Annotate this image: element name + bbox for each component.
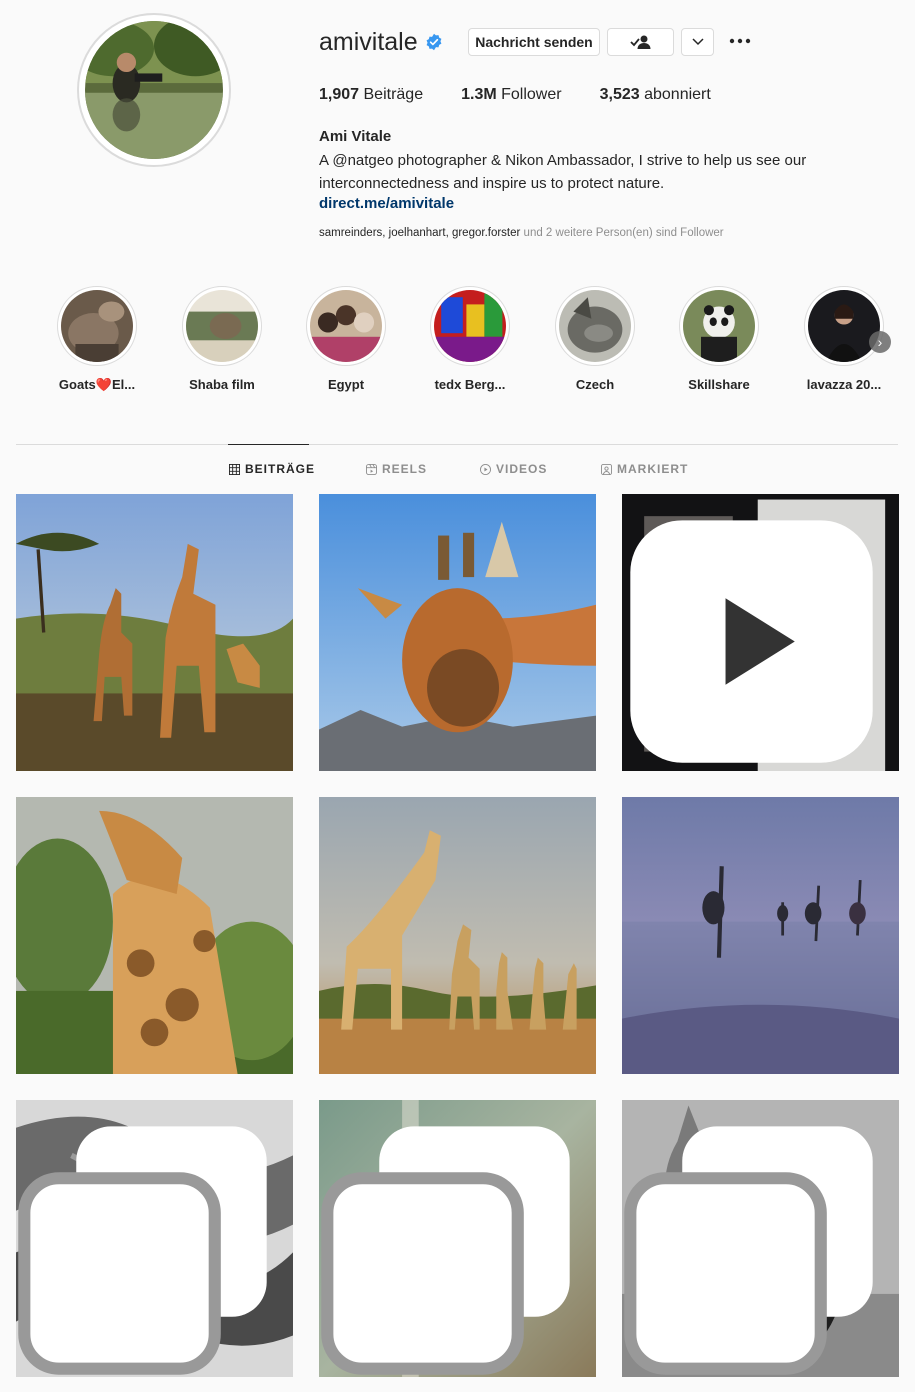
tabs-divider	[16, 444, 898, 445]
tab-reels[interactable]: REELS	[366, 462, 427, 476]
tagged-icon	[601, 463, 612, 475]
post-thumbnail[interactable]	[622, 797, 899, 1074]
highlight-cover	[61, 290, 133, 362]
followers-count[interactable]: 1.3M Follower	[461, 86, 562, 104]
profile-stats: 1,907 Beiträge 1.3M Follower 3,523 abonn…	[319, 86, 749, 104]
carousel-icon	[624, 1126, 873, 1375]
profile-avatar[interactable]	[77, 13, 231, 167]
chevron-down-icon	[691, 38, 704, 46]
highlight-cover	[310, 290, 382, 362]
story-highlight[interactable]: Goats❤️El...	[47, 286, 147, 393]
tab-posts[interactable]: BEITRÄGE	[229, 462, 315, 476]
story-highlight[interactable]: Shaba film	[172, 286, 272, 392]
highlight-cover	[808, 290, 880, 362]
story-highlight[interactable]: Czech	[545, 286, 645, 392]
profile-username: amivitale	[319, 28, 418, 56]
post-thumbnail[interactable]	[319, 494, 596, 771]
tab-videos[interactable]: VIDEOS	[480, 462, 547, 476]
story-highlight[interactable]: tedx Berg...	[420, 286, 520, 392]
chevron-right-icon[interactable]: ›	[869, 331, 891, 353]
reel-indicator-icon	[630, 520, 873, 763]
video-play-icon	[480, 463, 491, 475]
carousel-icon	[321, 1126, 570, 1375]
verified-badge-icon	[426, 33, 442, 51]
post-thumbnail[interactable]	[622, 494, 899, 771]
post-thumbnail[interactable]	[16, 1100, 293, 1377]
highlight-cover	[559, 290, 631, 362]
profile-full-name: Ami Vitale	[319, 128, 392, 145]
suggested-accounts-button[interactable]	[681, 28, 714, 56]
highlight-cover	[683, 290, 755, 362]
post-thumbnail[interactable]	[319, 797, 596, 1074]
story-highlight[interactable]: Skillshare	[669, 286, 769, 392]
followed-by-text[interactable]: samreinders, joelhanhart, gregor.forster…	[319, 227, 724, 239]
following-count[interactable]: 3,523 abonniert	[600, 86, 711, 104]
profile-bio: A @natgeo photographer & Nikon Ambassado…	[319, 152, 807, 192]
more-options-icon[interactable]	[727, 30, 753, 52]
post-thumbnail[interactable]	[16, 494, 293, 771]
post-thumbnail[interactable]	[16, 797, 293, 1074]
story-highlight[interactable]: Egypt	[296, 286, 396, 392]
highlight-cover	[186, 290, 258, 362]
send-message-button[interactable]: Nachricht senden	[468, 28, 600, 56]
grid-icon	[229, 463, 240, 475]
tab-tagged[interactable]: MARKIERT	[601, 462, 688, 476]
reels-icon	[366, 463, 377, 475]
carousel-icon	[18, 1126, 267, 1375]
avatar-image	[85, 21, 223, 159]
post-thumbnail[interactable]	[622, 1100, 899, 1377]
profile-website-link[interactable]: direct.me/amivitale	[319, 195, 454, 212]
user-check-icon	[629, 35, 650, 49]
highlight-cover	[434, 290, 506, 362]
posts-count: 1,907 Beiträge	[319, 86, 424, 103]
active-tab-indicator	[228, 444, 309, 445]
post-thumbnail[interactable]	[319, 1100, 596, 1377]
following-button[interactable]	[607, 28, 674, 56]
